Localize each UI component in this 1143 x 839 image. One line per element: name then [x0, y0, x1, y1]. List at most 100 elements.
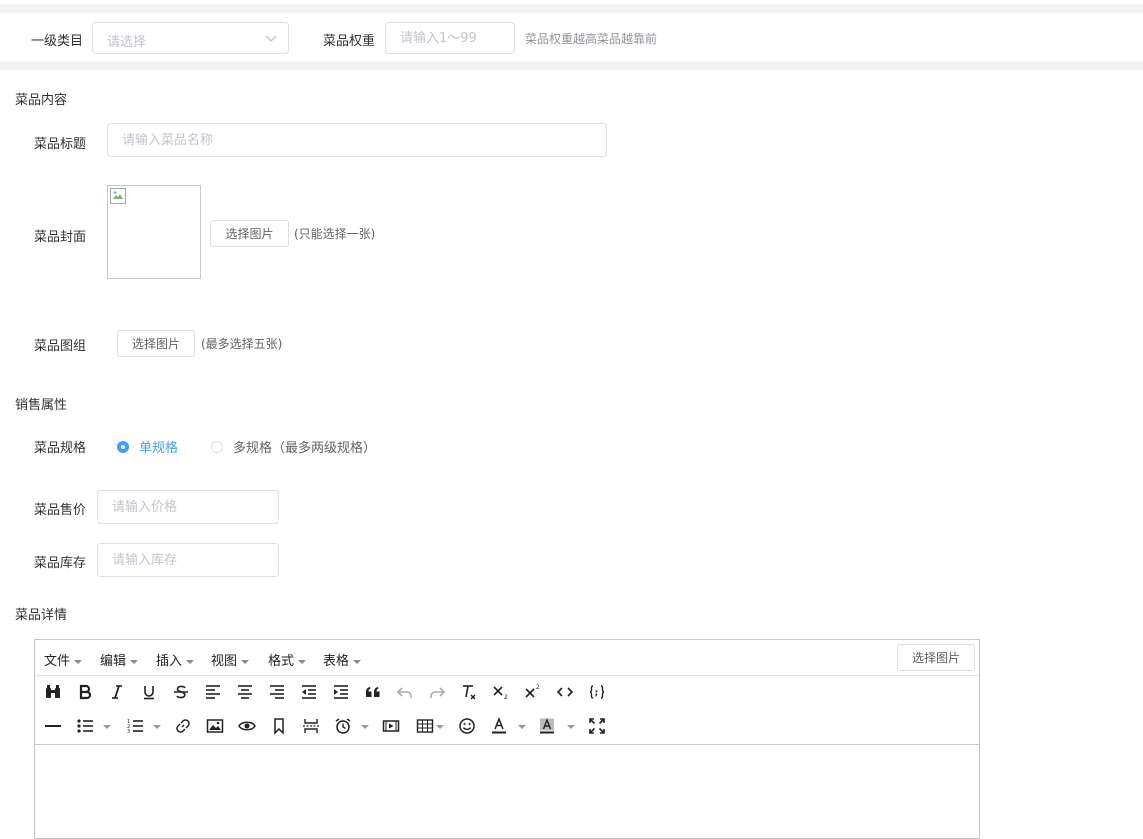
editor-content-area[interactable] — [35, 744, 979, 839]
menu-table[interactable]: 表格 — [323, 650, 362, 669]
spec-label: 菜品规格 — [34, 441, 87, 456]
svg-text:2: 2 — [504, 694, 508, 701]
sale-section-title: 销售属性 — [15, 398, 68, 413]
dish-title-input[interactable] — [107, 123, 607, 157]
preview-icon[interactable] — [235, 714, 259, 738]
category-select[interactable]: 请选择 — [92, 22, 289, 54]
editor-menubar: 文件 编辑 插入 视图 格式 表格 选择图片 — [35, 640, 979, 676]
detail-section-title: 菜品详情 — [15, 608, 68, 623]
link-icon[interactable] — [171, 714, 195, 738]
horizontal-rule-icon[interactable] — [41, 714, 65, 738]
weight-input[interactable] — [385, 22, 515, 54]
text-color-icon[interactable] — [487, 714, 511, 738]
fullscreen-icon[interactable] — [585, 714, 609, 738]
top-divider — [0, 4, 1143, 13]
menu-label: 视图 — [211, 654, 238, 669]
radio-label: 多规格（最多两级规格） — [233, 441, 377, 456]
rich-text-editor: 文件 编辑 插入 视图 格式 表格 选择图片 2 2 ; 1 2 3 — [34, 639, 980, 839]
price-label: 菜品售价 — [34, 503, 87, 518]
caret-down-icon — [353, 659, 362, 664]
weight-hint: 菜品权重越高菜品越靠前 — [525, 32, 658, 46]
category-label: 一级类目 — [31, 34, 84, 49]
radio-dot — [117, 440, 129, 453]
italic-icon[interactable] — [105, 680, 129, 704]
stock-label: 菜品库存 — [34, 556, 87, 571]
svg-text:3: 3 — [127, 729, 130, 735]
caret-down-icon — [186, 659, 195, 664]
cover-image-placeholder — [107, 185, 201, 279]
section-divider — [0, 61, 1143, 70]
price-input[interactable] — [97, 490, 279, 524]
image-icon[interactable] — [203, 714, 227, 738]
align-right-icon[interactable] — [265, 680, 289, 704]
gallery-note: (最多选择五张) — [201, 337, 283, 351]
insert-datetime-icon[interactable] — [331, 714, 355, 738]
category-placeholder: 请选择 — [107, 35, 147, 50]
weight-label: 菜品权重 — [323, 34, 376, 49]
datetime-dropdown-caret[interactable] — [361, 725, 369, 729]
broken-image-icon — [110, 188, 126, 204]
editor-select-image-button[interactable]: 选择图片 — [897, 644, 975, 671]
editor-toolbar-row-2: 123 — [35, 710, 979, 744]
stock-input[interactable] — [97, 543, 279, 577]
select-gallery-button[interactable]: 选择图片 — [117, 330, 195, 357]
menu-label: 文件 — [44, 654, 71, 669]
bold-icon[interactable] — [73, 680, 97, 704]
gallery-label: 菜品图组 — [34, 339, 87, 354]
menu-label: 编辑 — [100, 654, 127, 669]
editor-toolbar-row-1: 2 2 ; — [35, 676, 979, 710]
cover-note: (只能选择一张) — [294, 227, 376, 241]
find-replace-icon[interactable] — [41, 680, 65, 704]
indent-icon[interactable] — [329, 680, 353, 704]
background-color-dropdown-caret[interactable] — [567, 725, 575, 729]
caret-down-icon — [241, 659, 250, 664]
menu-insert[interactable]: 插入 — [156, 650, 195, 669]
align-left-icon[interactable] — [201, 680, 225, 704]
strikethrough-icon[interactable] — [169, 680, 193, 704]
radio-label: 单规格 — [139, 441, 179, 456]
menu-edit[interactable]: 编辑 — [100, 650, 139, 669]
table-dropdown-caret[interactable] — [436, 725, 444, 729]
menu-view[interactable]: 视图 — [211, 650, 250, 669]
numbered-list-dropdown-caret[interactable] — [153, 725, 161, 729]
code-sample-icon[interactable]: ; — [585, 680, 609, 704]
media-icon[interactable] — [379, 714, 403, 738]
radio-multi-spec[interactable]: 多规格（最多两级规格） — [211, 437, 376, 456]
align-center-icon[interactable] — [233, 680, 257, 704]
caret-down-icon — [298, 659, 307, 664]
svg-text:2: 2 — [536, 684, 540, 691]
redo-icon[interactable] — [425, 680, 449, 704]
content-section-title: 菜品内容 — [15, 93, 68, 108]
menu-label: 格式 — [268, 654, 295, 669]
caret-down-icon — [74, 659, 83, 664]
select-cover-button[interactable]: 选择图片 — [210, 220, 289, 247]
numbered-list-icon[interactable]: 123 — [123, 714, 147, 738]
page-break-icon[interactable] — [299, 714, 323, 738]
bullet-list-icon[interactable] — [73, 714, 97, 738]
background-color-icon[interactable] — [535, 714, 559, 738]
code-icon[interactable] — [553, 680, 577, 704]
superscript-icon[interactable]: 2 — [521, 680, 545, 704]
chevron-down-icon — [265, 35, 277, 42]
menu-label: 插入 — [156, 654, 183, 669]
menu-file[interactable]: 文件 — [44, 650, 83, 669]
clear-format-icon[interactable] — [457, 680, 481, 704]
undo-icon[interactable] — [393, 680, 417, 704]
table-icon[interactable] — [413, 714, 437, 738]
blockquote-icon[interactable] — [361, 680, 385, 704]
caret-down-icon — [130, 659, 139, 664]
outdent-icon[interactable] — [297, 680, 321, 704]
cover-label: 菜品封面 — [34, 230, 87, 245]
text-color-dropdown-caret[interactable] — [518, 725, 526, 729]
menu-format[interactable]: 格式 — [268, 650, 307, 669]
emoticons-icon[interactable] — [455, 714, 479, 738]
radio-single-spec[interactable]: 单规格 — [117, 437, 178, 456]
title-label: 菜品标题 — [34, 137, 87, 152]
subscript-icon[interactable]: 2 — [489, 680, 513, 704]
svg-text:;: ; — [595, 689, 599, 699]
radio-dot — [211, 440, 223, 453]
underline-icon[interactable] — [137, 680, 161, 704]
bookmark-icon[interactable] — [267, 714, 291, 738]
menu-label: 表格 — [323, 654, 350, 669]
bullet-list-dropdown-caret[interactable] — [103, 725, 111, 729]
